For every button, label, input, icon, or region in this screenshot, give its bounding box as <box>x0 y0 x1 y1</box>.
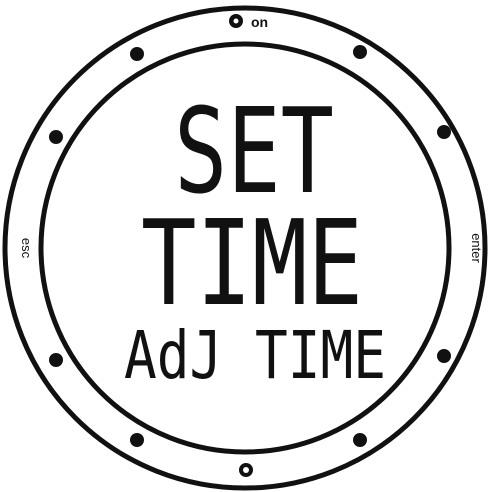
display-line-2: TIME <box>141 194 363 332</box>
bezel-dot <box>49 130 63 144</box>
watch-face: on esc enter SET TIME AdJ TIME <box>0 0 490 492</box>
watch-graphic: on esc enter SET TIME AdJ TIME <box>2 5 488 491</box>
bezel-dot <box>437 125 451 139</box>
bottom-button[interactable] <box>239 463 253 477</box>
bezel-dot <box>130 47 144 61</box>
lcd-display: SET TIME AdJ TIME <box>124 82 386 394</box>
left-button-label: esc <box>19 238 34 259</box>
light-bulb-icon <box>229 14 243 28</box>
display-line-3: AdJ TIME <box>124 317 386 394</box>
top-button-label: on <box>251 14 268 30</box>
bezel-dot <box>49 353 63 367</box>
bezel-dot <box>437 349 451 363</box>
left-esc-button[interactable]: esc <box>19 238 34 259</box>
ring-icon <box>239 463 253 477</box>
right-button-label: enter <box>469 233 484 263</box>
bezel-dot <box>130 433 144 447</box>
top-light-button[interactable]: on <box>229 14 268 30</box>
bezel-dot <box>353 45 367 59</box>
right-enter-button[interactable]: enter <box>469 233 484 263</box>
bezel-dot <box>353 433 367 447</box>
